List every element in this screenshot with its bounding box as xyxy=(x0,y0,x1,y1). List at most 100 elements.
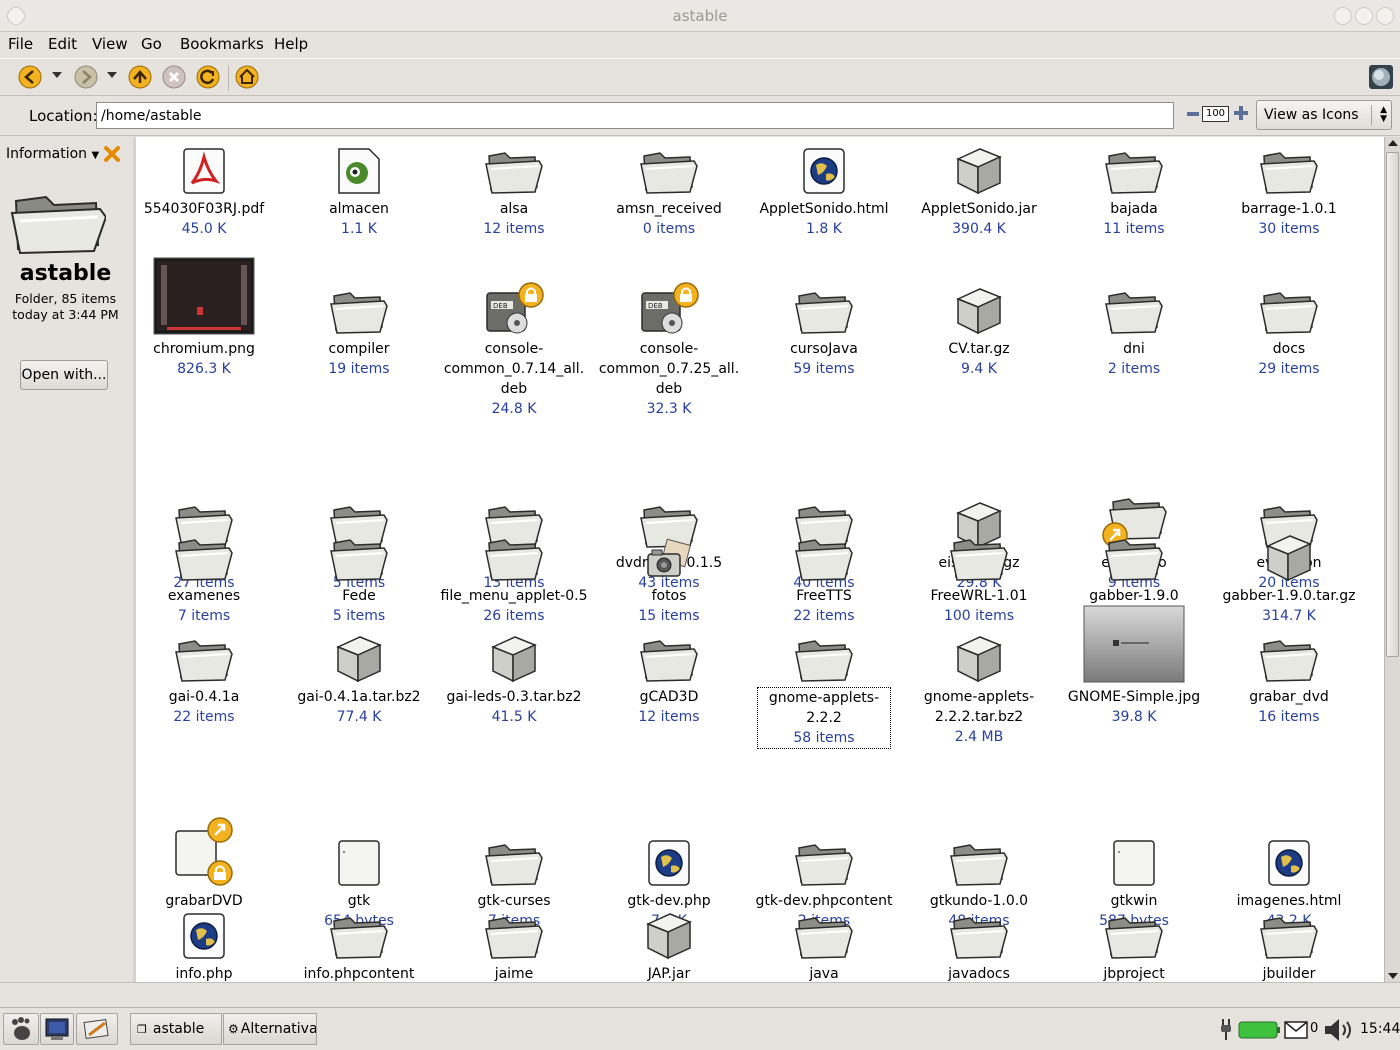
file-item[interactable]: fotos 15 items xyxy=(594,524,744,626)
close-button[interactable] xyxy=(1376,7,1394,25)
file-item[interactable]: barrage-1.0.1 30 items xyxy=(1214,137,1364,239)
file-item[interactable]: grabar_dvd 16 items xyxy=(1214,625,1364,727)
zoom-in-icon[interactable] xyxy=(1233,105,1249,121)
reload-icon[interactable] xyxy=(196,65,220,89)
file-item[interactable]: chromium.png 826.3 K xyxy=(136,245,279,379)
volume-icon[interactable] xyxy=(1323,1016,1357,1044)
scroll-down-arrow-icon[interactable] xyxy=(1388,973,1398,979)
file-item[interactable]: info.php xyxy=(136,902,279,982)
title-bar[interactable]: astable xyxy=(0,0,1400,32)
package-icon xyxy=(904,137,1054,199)
icon-view[interactable]: 554030F03RJ.pdf 45.0 K almacen 1.1 K alsa 12 … xyxy=(136,137,1384,982)
task-button-alternativas[interactable]: ⚙ Alternativas xyxy=(223,1013,317,1045)
file-item[interactable]: jbuilder xyxy=(1214,902,1364,982)
file-item[interactable]: FreeWRL-1.01 100 items xyxy=(904,524,1054,626)
zoom-out-icon[interactable] xyxy=(1186,107,1200,121)
folder-icon xyxy=(1214,625,1364,687)
stop-icon[interactable] xyxy=(162,65,186,89)
file-name: JAP.jar xyxy=(647,966,691,982)
file-item[interactable]: gai-0.4.1a 22 items xyxy=(136,625,279,727)
editor-launcher[interactable] xyxy=(76,1013,118,1045)
maximize-button[interactable] xyxy=(1355,7,1373,25)
menu-view[interactable]: View xyxy=(92,35,128,53)
file-item[interactable]: examenes 7 items xyxy=(136,524,279,626)
power-plug-icon[interactable] xyxy=(1218,1017,1234,1041)
file-name: alsa xyxy=(499,201,529,217)
file-item-label: info.php xyxy=(136,964,279,982)
side-pane-selector[interactable]: Information ▼ xyxy=(6,146,99,162)
file-item[interactable]: GNOME-Simple.jpg 39.8 K xyxy=(1059,605,1209,727)
file-item[interactable]: compiler 19 items xyxy=(284,245,434,379)
file-item[interactable]: DEB console-common_0.7.25_all. deb 32.3 K xyxy=(594,245,744,419)
file-item[interactable]: jbproject xyxy=(1059,902,1209,982)
file-item[interactable]: javadocs xyxy=(904,902,1054,982)
file-item[interactable]: amsn_received 0 items xyxy=(594,137,744,239)
file-name: 554030F03RJ.pdf xyxy=(143,201,265,217)
back-history-dropdown[interactable] xyxy=(52,72,62,78)
file-item[interactable]: gai-0.4.1a.tar.bz2 77.4 K xyxy=(284,625,434,727)
doc-icon xyxy=(1059,797,1209,891)
file-item[interactable]: gCAD3D 12 items xyxy=(594,625,744,727)
folder-icon xyxy=(1214,137,1364,199)
file-item[interactable]: FreeTTS 22 items xyxy=(749,524,899,626)
file-item[interactable]: bajada 11 items xyxy=(1059,137,1209,239)
file-item[interactable]: almacen 1.1 K xyxy=(284,137,434,239)
file-item[interactable]: alsa 12 items xyxy=(439,137,589,239)
minimize-button[interactable] xyxy=(1334,7,1352,25)
forward-icon[interactable] xyxy=(74,65,98,89)
menu-bookmarks[interactable]: Bookmarks xyxy=(180,35,264,53)
back-icon[interactable] xyxy=(18,65,42,89)
mail-icon[interactable] xyxy=(1284,1021,1308,1039)
file-item[interactable]: jaime xyxy=(439,902,589,982)
close-side-pane-icon[interactable] xyxy=(103,145,121,163)
file-info: 390.4 K xyxy=(952,221,1006,237)
menu-go[interactable]: Go xyxy=(141,35,162,53)
file-name: jbuilder xyxy=(1262,966,1316,982)
scrollbar-thumb[interactable] xyxy=(1386,152,1399,657)
up-icon[interactable] xyxy=(128,65,152,89)
vertical-scrollbar[interactable] xyxy=(1384,137,1400,982)
scroll-up-arrow-icon[interactable] xyxy=(1388,140,1398,146)
view-as-dropdown[interactable]: View as Icons ▲ ▼ xyxy=(1256,100,1392,130)
folder-icon xyxy=(136,625,279,687)
open-with-button[interactable]: Open with... xyxy=(20,360,108,390)
home-icon[interactable] xyxy=(235,65,259,89)
file-item[interactable]: DEB console-common_0.7.14_all. deb 24.8 K xyxy=(439,245,589,419)
file-item[interactable]: JAP.jar xyxy=(594,902,744,982)
zoom-level[interactable]: 100 xyxy=(1202,106,1229,122)
text-editor-icon xyxy=(83,1018,109,1040)
file-item[interactable]: AppletSonido.html 1.8 K xyxy=(749,137,899,239)
file-item[interactable]: CV.tar.gz 9.4 K xyxy=(904,245,1054,379)
location-input[interactable] xyxy=(96,102,1174,129)
file-item-label: dni 2 items xyxy=(1059,339,1209,379)
file-name: info.phpcontent xyxy=(303,966,415,982)
forward-history-dropdown[interactable] xyxy=(107,72,117,78)
file-item[interactable]: info.phpcontent xyxy=(284,902,434,982)
file-item[interactable]: gnome-applets- 2.2.2.tar.bz2 2.4 MB xyxy=(904,625,1054,747)
file-name: compiler xyxy=(328,341,390,357)
main-menu-button[interactable] xyxy=(3,1013,39,1045)
task-button-astable[interactable]: ❐ astable xyxy=(130,1013,222,1045)
file-item[interactable]: gnome-applets-2.2.2 58 items xyxy=(749,625,899,749)
file-item[interactable]: java xyxy=(749,902,899,982)
file-item[interactable]: cursoJava 59 items xyxy=(749,245,899,379)
menu-file[interactable]: File xyxy=(8,35,33,53)
menu-help[interactable]: Help xyxy=(274,35,308,53)
terminal-launcher[interactable] xyxy=(40,1013,74,1045)
file-info: 58 items xyxy=(793,730,855,746)
clock[interactable]: 15:44 xyxy=(1360,1021,1400,1037)
file-item[interactable]: file_menu_applet-0.5 26 items xyxy=(439,524,589,626)
window-menu-button[interactable] xyxy=(7,7,25,25)
file-item[interactable]: gabber-1.9.0.tar.gz 314.7 K xyxy=(1214,524,1364,626)
file-item-label: AppletSonido.html 1.8 K xyxy=(749,199,899,239)
file-item[interactable]: Fede 5 items xyxy=(284,524,434,626)
file-item[interactable]: AppletSonido.jar 390.4 K xyxy=(904,137,1054,239)
menu-edit[interactable]: Edit xyxy=(48,35,77,53)
file-item[interactable]: dni 2 items xyxy=(1059,245,1209,379)
battery-icon[interactable] xyxy=(1238,1021,1280,1039)
file-item[interactable]: gai-leds-0.3.tar.bz2 41.5 K xyxy=(439,625,589,727)
file-info: 30 items xyxy=(1258,221,1320,237)
file-item[interactable]: 554030F03RJ.pdf 45.0 K xyxy=(136,137,279,239)
file-name: gabber-1.9.0 xyxy=(1089,588,1179,604)
file-item[interactable]: docs 29 items xyxy=(1214,245,1364,379)
